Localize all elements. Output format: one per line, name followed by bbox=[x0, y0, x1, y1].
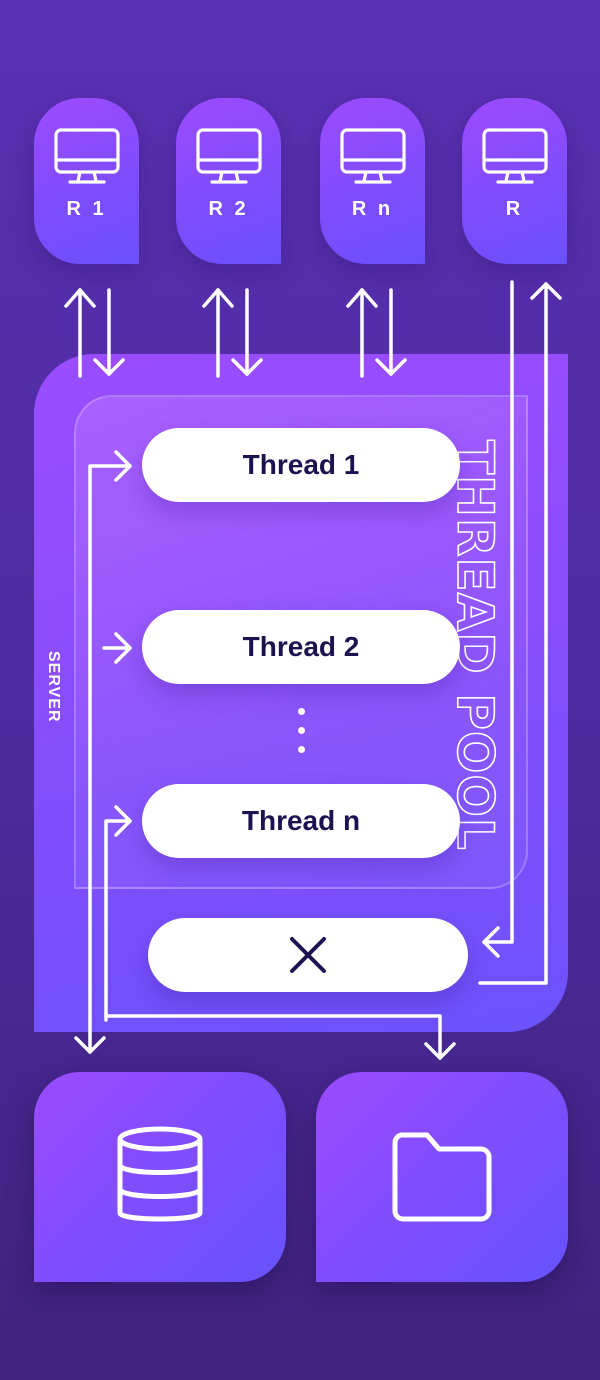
database-storage bbox=[34, 1072, 286, 1282]
database-icon bbox=[117, 1126, 203, 1222]
monitor-icon bbox=[195, 128, 262, 184]
client-label: R n bbox=[351, 198, 394, 220]
thread-1: Thread 1 bbox=[142, 428, 460, 502]
thread-2: Thread 2 bbox=[142, 610, 460, 684]
client-label: R 1 bbox=[66, 198, 107, 220]
client-rn: R n bbox=[320, 98, 425, 264]
monitor-icon bbox=[481, 128, 548, 184]
vertical-dots-icon bbox=[298, 708, 305, 765]
client-r1: R 1 bbox=[34, 98, 139, 264]
file-storage bbox=[316, 1072, 568, 1282]
client-label: R bbox=[505, 198, 524, 220]
thread-n: Thread n bbox=[142, 784, 460, 858]
client-r2: R 2 bbox=[176, 98, 281, 264]
monitor-icon bbox=[53, 128, 120, 184]
monitor-icon bbox=[339, 128, 406, 184]
server-label: SERVER bbox=[45, 651, 62, 723]
rejected-request bbox=[148, 918, 468, 992]
close-x-icon bbox=[290, 937, 326, 973]
client-label: R 2 bbox=[208, 198, 249, 220]
client-r: R bbox=[462, 98, 567, 264]
folder-icon bbox=[392, 1132, 492, 1222]
